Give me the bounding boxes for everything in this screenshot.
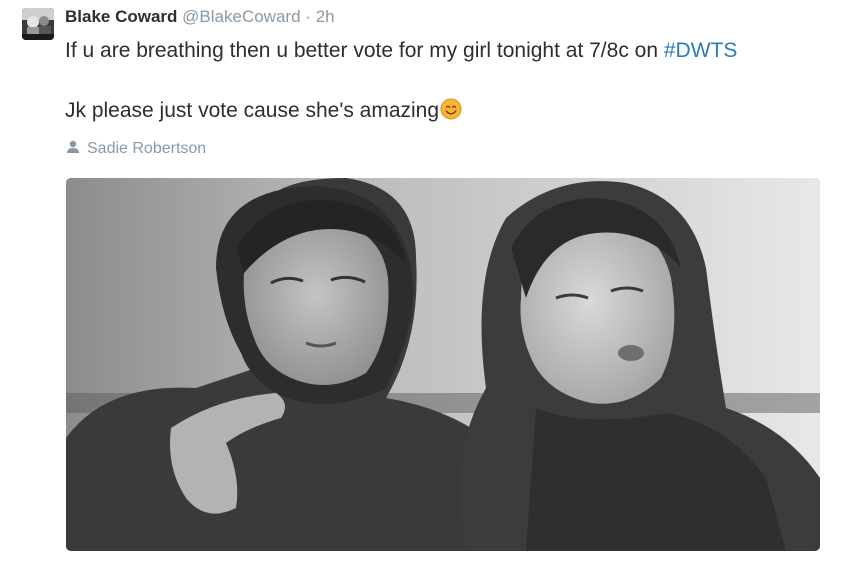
avatar[interactable] <box>22 8 54 40</box>
tweet-text: If u are breathing then u better vote fo… <box>65 36 825 126</box>
tweet-text-line-1: If u are breathing then u better vote fo… <box>65 36 825 66</box>
tweet-text-line-2: Jk please just vote cause she's amazing <box>65 96 825 126</box>
person-icon <box>65 140 81 154</box>
tweet-header: Blake Coward @BlakeCoward · 2h <box>65 6 335 28</box>
smiling-face-emoji-icon <box>440 98 462 120</box>
tweet-text-prefix: If u are breathing then u better vote fo… <box>65 39 664 62</box>
tweet-text-second: Jk please just vote cause she's amazing <box>65 99 440 122</box>
hashtag-link[interactable]: #DWTS <box>664 39 738 62</box>
tagged-person[interactable]: Sadie Robertson <box>65 139 206 159</box>
author-handle[interactable]: @BlakeCoward <box>182 7 300 26</box>
avatar-image <box>22 8 54 40</box>
header-separator: · <box>305 7 311 26</box>
author-name[interactable]: Blake Coward <box>65 7 177 26</box>
photo-image <box>66 178 820 551</box>
tweet-timestamp[interactable]: 2h <box>316 7 335 26</box>
tagged-person-name: Sadie Robertson <box>87 140 207 157</box>
tweet: Blake Coward @BlakeCoward · 2h If u are … <box>0 0 846 570</box>
tweet-photo[interactable] <box>66 178 820 551</box>
